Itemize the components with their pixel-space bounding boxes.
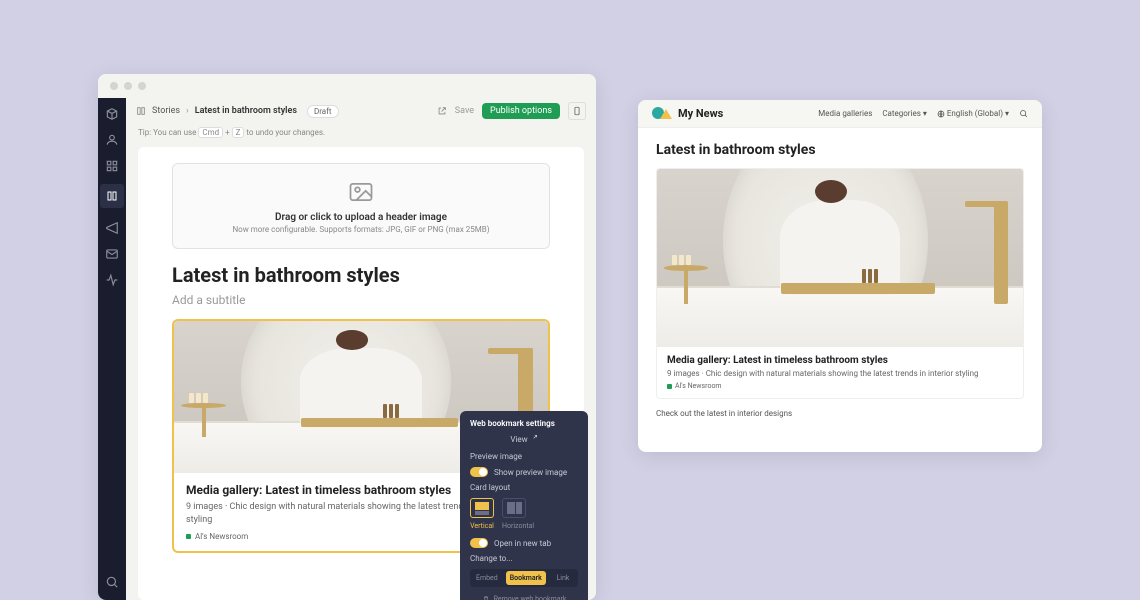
upload-subtitle: Now more configurable. Supports formats:… [187,225,535,234]
upload-title: Drag or click to upload a header image [187,212,535,223]
preview-window: My News Media galleries Categories ▾ Eng… [638,100,1042,452]
preview-body: Latest in bathroom styles Media gallery:… [638,128,1042,432]
external-link-icon[interactable] [437,106,447,116]
change-bookmark[interactable]: Bookmark [506,571,546,585]
user-icon[interactable] [105,132,119,146]
breadcrumb-stories[interactable]: Stories [152,106,180,116]
campaign-icon[interactable] [105,220,119,234]
preview-card[interactable]: Media gallery: Latest in timeless bathro… [656,168,1024,399]
device-preview-button[interactable] [568,102,586,120]
search-icon[interactable] [1019,109,1028,118]
grid-icon[interactable] [105,158,119,172]
globe-icon [937,110,945,118]
breadcrumb: Stories › Latest in bathroom styles Draf… [136,105,339,118]
upload-image-icon [347,178,375,206]
preview-card-image [657,169,1023,347]
preview-toggle-row[interactable]: Show preview image [470,467,578,477]
brand-name: My News [678,107,723,120]
kbd-z: Z [232,127,245,138]
change-embed[interactable]: Embed [472,571,502,585]
book-icon [136,106,146,116]
story-title[interactable]: Latest in bathroom styles [172,263,550,287]
preview-text: Check out the latest in interior designs [656,409,1024,418]
preview-card-source: Al's Newsroom [667,382,1013,390]
nav-categories[interactable]: Categories ▾ [882,109,927,118]
chevron-down-icon: ▾ [923,109,927,118]
tip-bar: Tip: You can use Cmd + Z to undo your ch… [126,124,596,141]
breadcrumb-title[interactable]: Latest in bathroom styles [195,106,297,116]
story-subtitle[interactable]: Add a subtitle [172,293,550,307]
status-badge: Draft [307,105,339,118]
preview-card-desc: 9 images · Chic design with natural mate… [667,369,1013,378]
layout-horizontal[interactable] [502,498,526,518]
layout-section-label: Card layout [470,483,578,492]
preview-section-label: Preview image [470,452,578,461]
topbar: Stories › Latest in bathroom styles Draf… [126,98,596,124]
change-section-label: Change to... [470,554,578,563]
change-link[interactable]: Link [550,571,576,585]
chevron-down-icon: ▾ [1005,109,1009,118]
nav-media[interactable]: Media galleries [818,109,872,118]
editor-window: Stories › Latest in bathroom styles Draf… [98,74,596,600]
mail-icon[interactable] [105,246,119,260]
preview-header: My News Media galleries Categories ▾ Eng… [638,100,1042,128]
preview-title: Latest in bathroom styles [656,142,1024,158]
save-button[interactable]: Save [455,106,474,116]
preview-card-title: Media gallery: Latest in timeless bathro… [667,355,1013,366]
header-upload-zone[interactable]: Drag or click to upload a header image N… [172,163,550,249]
layout-vertical[interactable] [470,498,494,518]
toggle-icon[interactable] [470,538,488,548]
publish-button[interactable]: Publish options [482,103,560,119]
activity-icon[interactable] [105,272,119,286]
kbd-cmd: Cmd [198,127,223,138]
window-chrome [98,74,596,98]
nav-rail [98,98,126,600]
change-type-group: Embed Bookmark Link [470,569,578,587]
panel-title: Web bookmark settings [470,419,578,428]
chevron-right-icon: › [186,106,189,116]
stories-icon[interactable] [100,184,124,208]
remove-bookmark[interactable]: Remove web bookmark [470,595,578,600]
logo-icon[interactable] [105,106,119,120]
view-button[interactable]: View [470,434,578,444]
brand-logo-icon [652,107,672,121]
nav-language[interactable]: English (Global) ▾ [937,109,1009,118]
search-icon[interactable] [105,574,119,588]
newtab-toggle-row[interactable]: Open in new tab [470,538,578,548]
bookmark-settings-panel: Web bookmark settings View Preview image… [460,411,588,600]
toggle-icon[interactable] [470,467,488,477]
